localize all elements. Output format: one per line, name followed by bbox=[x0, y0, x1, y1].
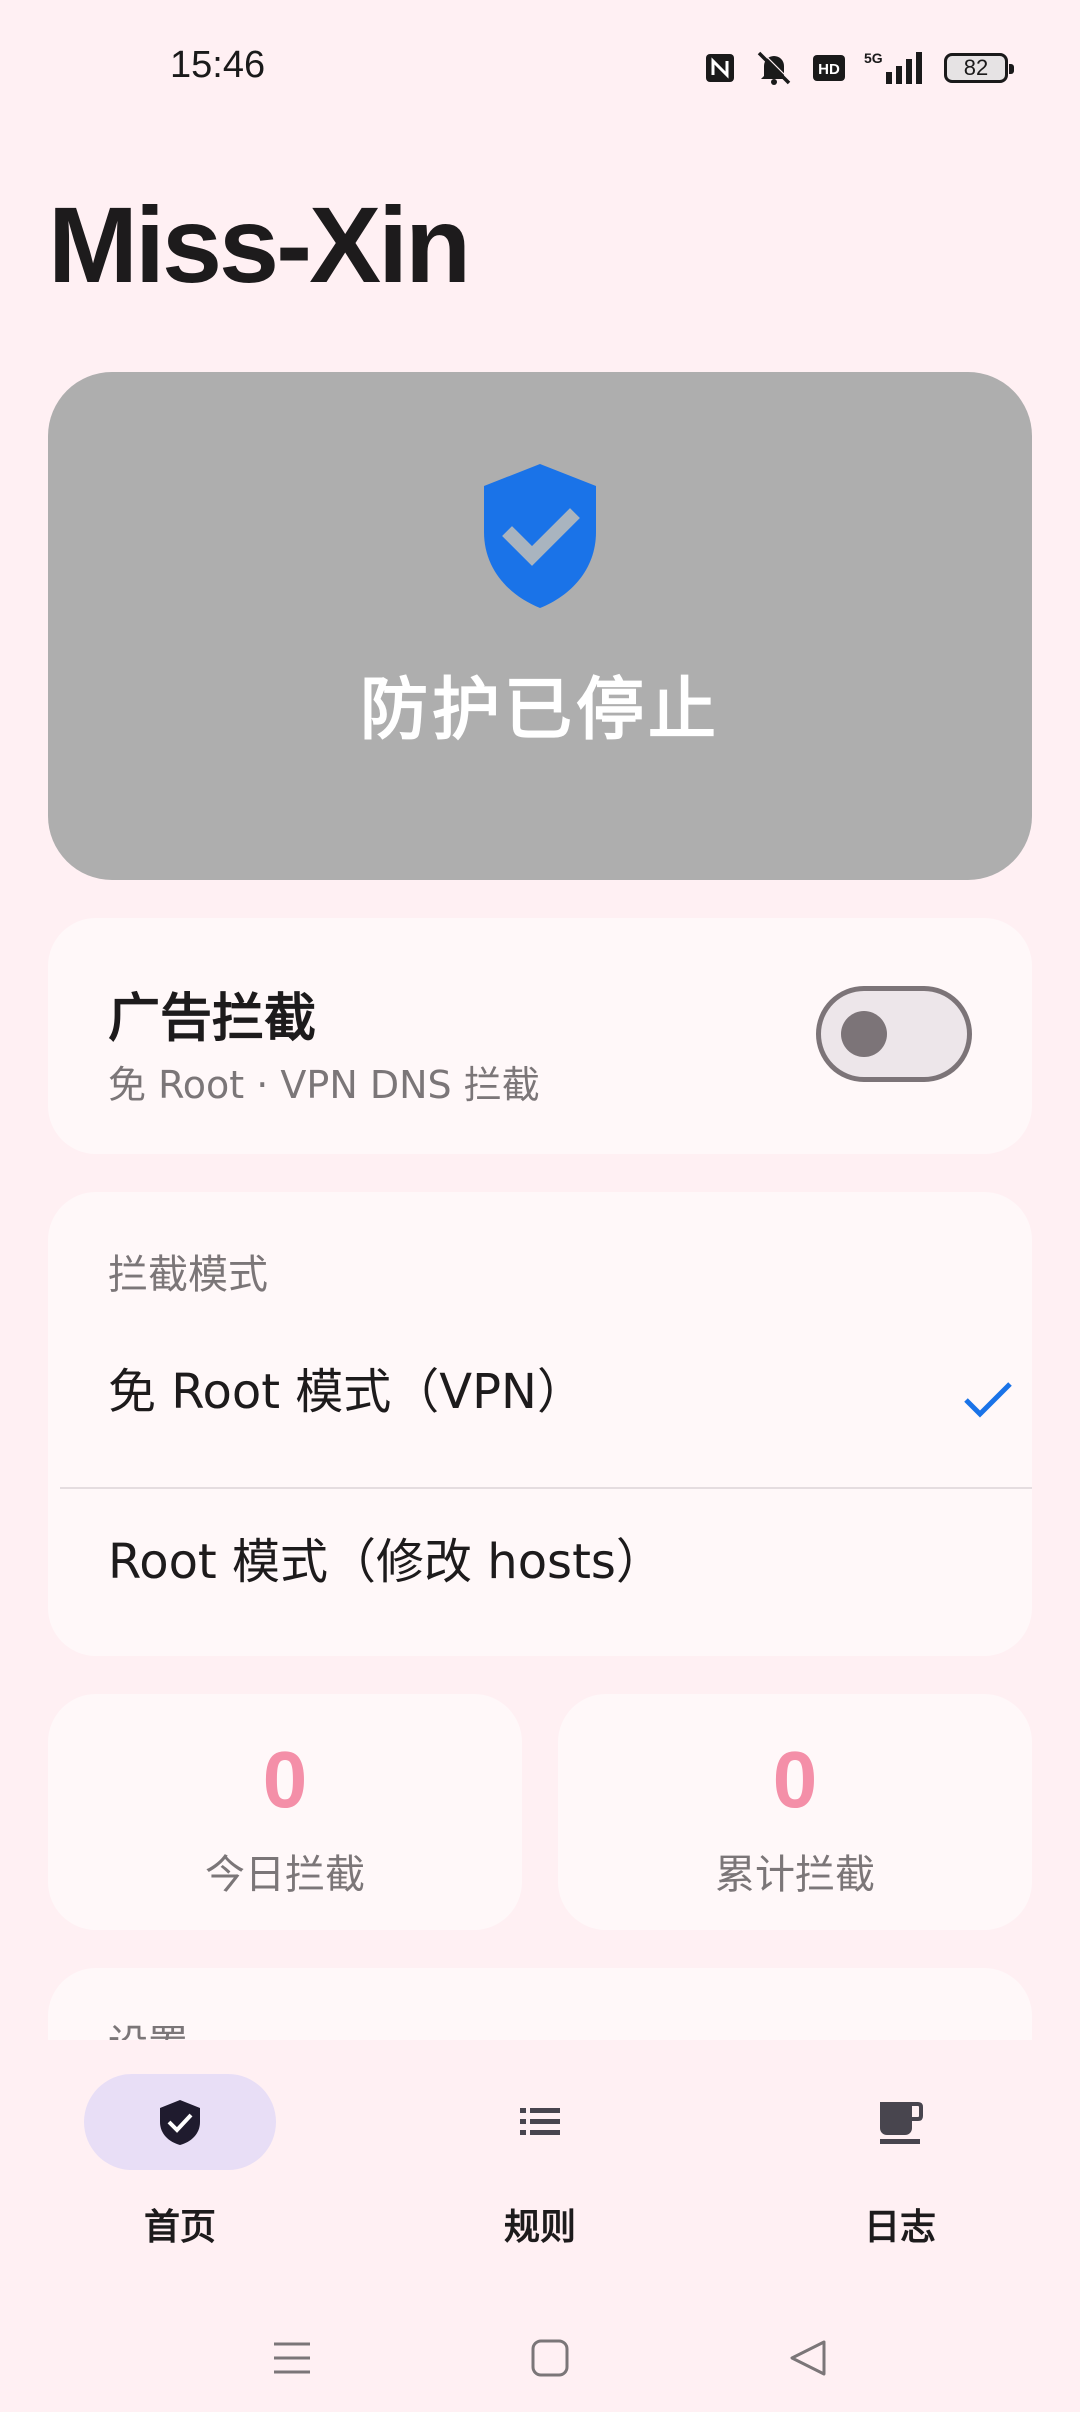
nav-label-rules: 规则 bbox=[503, 2207, 576, 2248]
stat-today-label: 今日拦截 bbox=[205, 1852, 365, 1898]
app-title: Miss-Xin bbox=[48, 184, 471, 305]
check-icon bbox=[964, 1382, 1012, 1418]
protection-status-text: 防护已停止 bbox=[359, 671, 720, 750]
shield-check-icon bbox=[160, 2100, 200, 2145]
system-nav-bar bbox=[0, 2300, 1080, 2412]
stat-total-card: 0 累计拦截 bbox=[558, 1694, 1032, 1930]
block-mode-card: 拦截模式 免 Root 模式（VPN） Root 模式（修改 hosts） bbox=[48, 1192, 1032, 1656]
mode-option-vpn[interactable]: 免 Root 模式（VPN） bbox=[108, 1352, 1032, 1462]
list-icon bbox=[520, 2108, 560, 2135]
mode-divider bbox=[60, 1487, 1032, 1489]
adblock-title: 广告拦截 bbox=[108, 989, 317, 1049]
adblock-card: 广告拦截 免 Root · VPN DNS 拦截 bbox=[48, 918, 1032, 1154]
adblock-subtitle: 免 Root · VPN DNS 拦截 bbox=[108, 1063, 540, 1107]
battery-level: 82 bbox=[963, 55, 989, 80]
nav-item-rules[interactable]: 规则 bbox=[420, 2074, 660, 2274]
adblock-toggle[interactable] bbox=[816, 986, 972, 1082]
mode-option-label: 免 Root 模式（VPN） bbox=[108, 1364, 585, 1420]
home-icon[interactable] bbox=[528, 2336, 572, 2380]
network-label: 5G bbox=[864, 50, 883, 66]
mode-option-label: Root 模式（修改 hosts） bbox=[108, 1534, 664, 1590]
back-icon[interactable] bbox=[786, 2336, 830, 2380]
mode-option-root[interactable]: Root 模式（修改 hosts） bbox=[108, 1522, 1032, 1632]
stat-total-label: 累计拦截 bbox=[715, 1852, 875, 1898]
battery-icon: 82 bbox=[944, 53, 1014, 83]
mute-icon bbox=[757, 50, 792, 85]
5g-signal-icon: 5G bbox=[864, 50, 922, 84]
stat-total-value: 0 bbox=[772, 1735, 818, 1824]
status-time: 15:46 bbox=[170, 44, 266, 86]
toggle-knob bbox=[841, 1011, 887, 1057]
menu-icon[interactable] bbox=[270, 2336, 314, 2380]
coffee-cup-icon bbox=[880, 2102, 923, 2144]
hd-icon: HD bbox=[813, 55, 845, 81]
nav-label-logs: 日志 bbox=[863, 2207, 936, 2248]
protection-status-card[interactable]: 防护已停止 bbox=[48, 372, 1032, 880]
shield-check-icon bbox=[484, 464, 596, 608]
block-mode-header: 拦截模式 bbox=[108, 1252, 268, 1298]
nfc-icon bbox=[706, 54, 734, 82]
hd-label: HD bbox=[818, 61, 840, 78]
nav-item-logs[interactable]: 日志 bbox=[780, 2074, 1020, 2274]
status-icons: HD 5G 82 bbox=[704, 46, 1014, 90]
nav-item-home[interactable]: 首页 bbox=[60, 2074, 300, 2274]
status-bar: 15:46 HD 5G 82 bbox=[0, 0, 1080, 140]
stat-today-value: 0 bbox=[262, 1735, 308, 1824]
nav-label-home: 首页 bbox=[143, 2207, 216, 2248]
stat-today-card: 0 今日拦截 bbox=[48, 1694, 522, 1930]
